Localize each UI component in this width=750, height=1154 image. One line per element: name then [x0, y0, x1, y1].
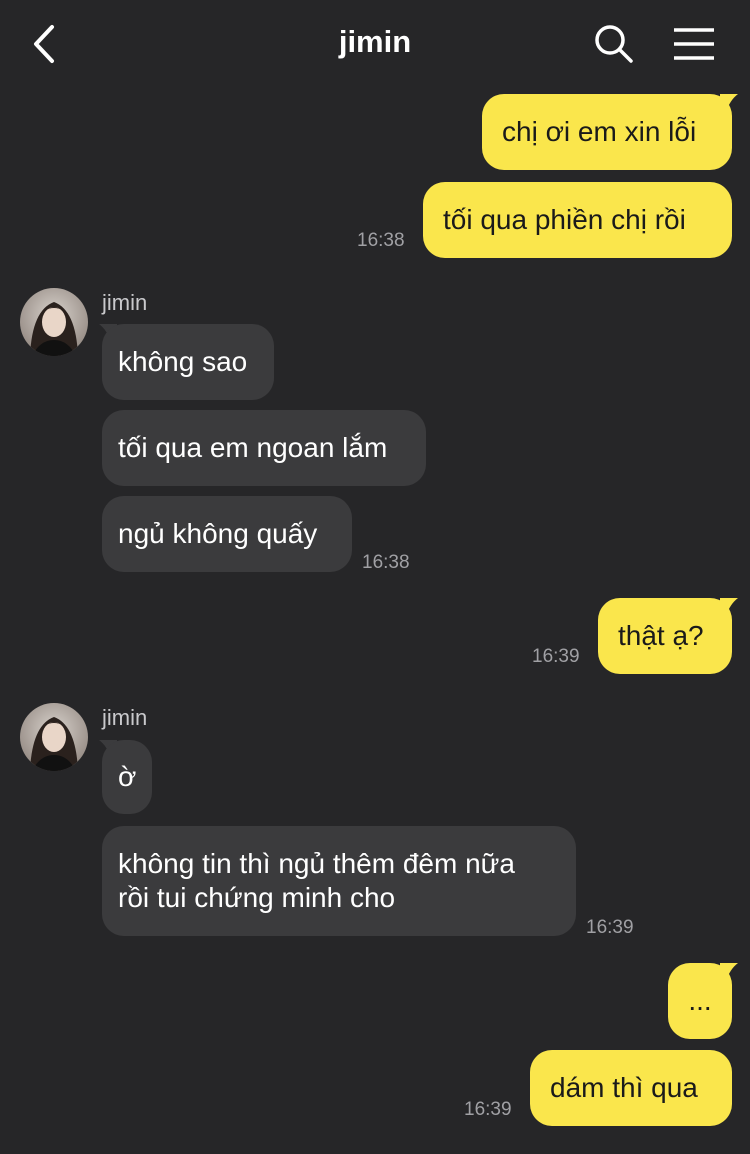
message-text-line: rồi tui chứng minh cho	[118, 882, 396, 913]
avatar[interactable]	[20, 288, 88, 356]
message-text: chị ơi em xin lỗi	[502, 116, 697, 147]
search-button[interactable]	[592, 22, 636, 66]
message-text: ngủ không quấy	[118, 518, 318, 549]
message-timestamp: 16:39	[464, 1099, 512, 1120]
their-message-bubble[interactable]: không sao	[102, 324, 274, 400]
my-message-bubble[interactable]: chị ơi em xin lỗi	[482, 94, 732, 170]
their-message-bubble[interactable]: tối qua em ngoan lắm	[102, 410, 426, 486]
message-text: thật ạ?	[618, 620, 704, 651]
their-message-bubble[interactable]: không tin thì ngủ thêm đêm nữa rồi tui c…	[102, 826, 576, 936]
message-timestamp: 16:38	[357, 230, 405, 251]
my-message-bubble[interactable]: ...	[668, 963, 732, 1039]
their-message-bubble[interactable]: ờ	[102, 740, 152, 814]
menu-button[interactable]	[672, 26, 716, 62]
message-text: tối qua em ngoan lắm	[118, 432, 388, 463]
chat-header: jimin	[0, 0, 750, 90]
sender-name: jimin	[102, 705, 148, 730]
my-message-bubble[interactable]: dám thì qua	[530, 1050, 732, 1126]
message-text: không sao	[118, 346, 248, 377]
my-message-bubble[interactable]: tối qua phiền chị rồi	[423, 182, 732, 258]
profile-photo	[20, 288, 88, 356]
sender-name: jimin	[102, 290, 148, 315]
message-timestamp: 16:38	[362, 552, 410, 573]
message-text: ờ	[118, 761, 137, 792]
message-text: dám thì qua	[550, 1072, 698, 1103]
hamburger-menu-icon	[674, 28, 714, 60]
message-timestamp: 16:39	[532, 646, 580, 667]
chevron-left-icon	[34, 25, 54, 63]
avatar[interactable]	[20, 703, 88, 771]
profile-photo	[20, 703, 88, 771]
search-icon	[595, 25, 633, 63]
chat-title[interactable]: jimin	[339, 24, 411, 59]
message-timestamp: 16:39	[586, 917, 634, 938]
my-message-bubble[interactable]: thật ạ?	[598, 598, 732, 674]
message-text: tối qua phiền chị rồi	[443, 204, 686, 235]
message-text-line: không tin thì ngủ thêm đêm nữa	[118, 848, 515, 879]
message-text: ...	[688, 985, 712, 1016]
back-button[interactable]	[28, 22, 68, 66]
their-message-bubble[interactable]: ngủ không quấy	[102, 496, 352, 572]
